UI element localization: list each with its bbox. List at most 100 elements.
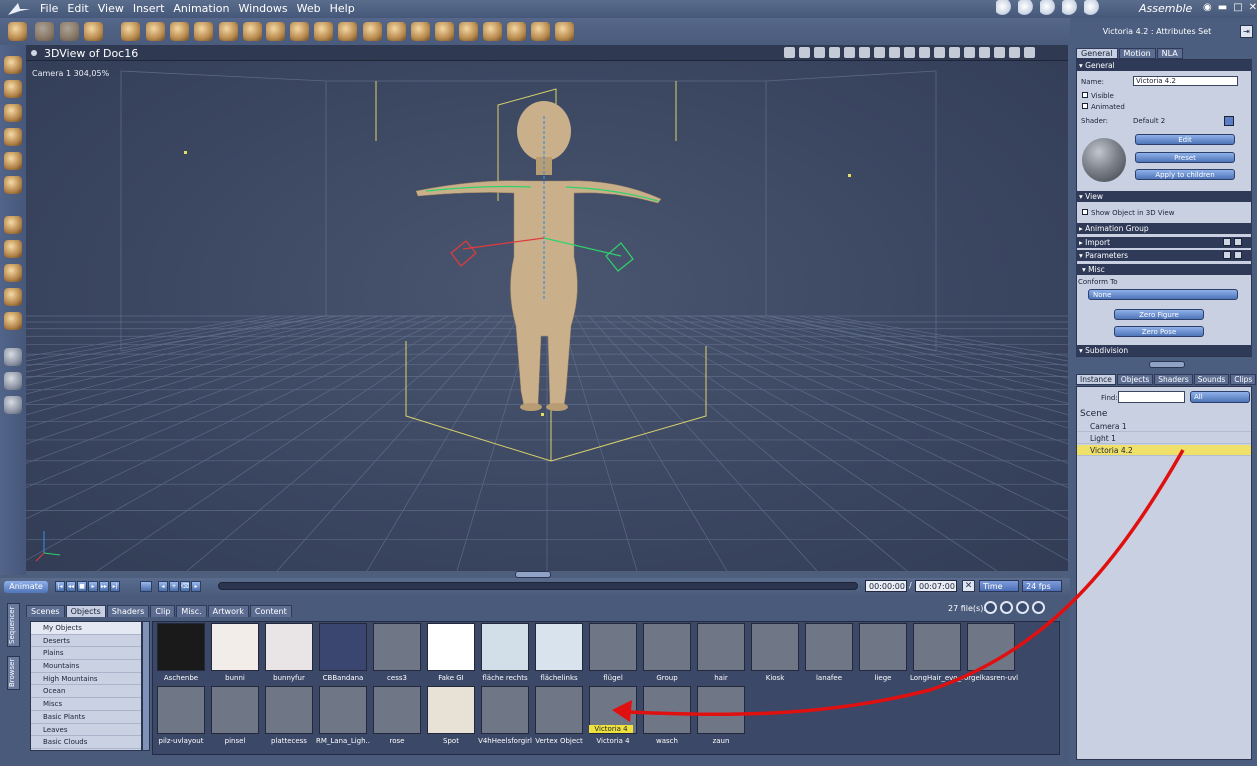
category-item[interactable]: My Objects <box>31 622 141 635</box>
universal-manipulator-icon[interactable] <box>4 288 22 306</box>
hand-tool-icon[interactable] <box>35 22 54 41</box>
category-item[interactable]: Plains <box>31 647 141 661</box>
tab-objects[interactable]: Objects <box>65 605 106 617</box>
tab-sounds[interactable]: Sounds <box>1193 374 1230 385</box>
maximize-icon[interactable]: □ <box>1233 2 1242 13</box>
object-tool-icon[interactable] <box>84 22 103 41</box>
sun-icon[interactable] <box>934 47 945 58</box>
tab-clip[interactable]: Clip <box>150 605 176 617</box>
figure-icon[interactable] <box>799 47 810 58</box>
category-item[interactable]: Mountains <box>31 660 141 673</box>
cube-icon[interactable] <box>979 47 990 58</box>
object-thumbnail[interactable] <box>535 686 583 734</box>
category-item[interactable]: Basic Clouds <box>31 736 141 749</box>
tab-shaders[interactable]: Shaders <box>106 605 150 617</box>
viewport-resize-handle[interactable] <box>515 571 551 578</box>
object-thumbnail[interactable] <box>751 623 799 671</box>
object-thumbnail[interactable] <box>481 623 529 671</box>
object-thumbnail[interactable] <box>265 686 313 734</box>
object-thumbnail[interactable] <box>157 623 205 671</box>
parameters-save-icon[interactable] <box>1223 251 1231 259</box>
layout-list-icon[interactable] <box>889 47 900 58</box>
next-key-icon[interactable]: ▸ <box>191 581 201 592</box>
grid-toggle-icon[interactable] <box>829 47 840 58</box>
category-item[interactable]: Ocean <box>31 685 141 699</box>
view-section-header[interactable]: ▾ View <box>1076 191 1252 202</box>
view-mode-2-icon[interactable] <box>1000 601 1013 614</box>
cloud-icon[interactable] <box>387 22 406 41</box>
sequencer-tab[interactable]: Sequencer <box>7 603 20 647</box>
move-tool-icon[interactable] <box>4 80 22 98</box>
forward-icon[interactable]: ▸▸ <box>99 581 109 592</box>
time-close-icon[interactable]: ✕ <box>962 580 975 592</box>
terrain-icon[interactable] <box>290 22 309 41</box>
menu-insert[interactable]: Insert <box>131 2 172 15</box>
tab-misc[interactable]: Misc. <box>176 605 207 617</box>
tab-general[interactable]: General <box>1076 48 1118 59</box>
rewind-icon[interactable]: ◂◂ <box>66 581 76 592</box>
end-time-field[interactable]: 00:07:00 <box>915 580 957 592</box>
tab-nla[interactable]: NLA <box>1156 48 1183 59</box>
animation-group-header[interactable]: ▸ Animation Group <box>1076 223 1252 234</box>
brush-tool-icon[interactable] <box>60 22 79 41</box>
edit-shader-button[interactable]: Edit <box>1135 134 1235 145</box>
layout-single-icon[interactable] <box>844 47 855 58</box>
pin-icon[interactable]: ⇥ <box>1240 25 1253 38</box>
tab-content[interactable]: Content <box>249 605 292 617</box>
parameters-load-icon[interactable] <box>1234 251 1242 259</box>
menu-web[interactable]: Web <box>295 2 328 15</box>
figure-primitive-icon[interactable] <box>146 22 165 41</box>
ground-icon[interactable] <box>338 22 357 41</box>
view-mode-3-icon[interactable] <box>1016 601 1029 614</box>
go-start-icon[interactable]: |◂ <box>55 581 65 592</box>
link-tool-icon[interactable] <box>4 176 22 194</box>
import-save-icon[interactable] <box>1223 238 1231 246</box>
scene-row-camera[interactable]: Camera 1 <box>1077 421 1251 432</box>
group-icon[interactable] <box>483 22 502 41</box>
tab-clips[interactable]: Clips <box>1230 374 1257 385</box>
cone-primitive-icon[interactable] <box>194 22 213 41</box>
delete-key-icon[interactable]: ⌫ <box>180 581 190 592</box>
scale-xyz-icon[interactable] <box>4 264 22 282</box>
select-arrow-icon[interactable] <box>4 56 22 74</box>
tab-artwork[interactable]: Artwork <box>207 605 249 617</box>
layout-split-icon[interactable] <box>859 47 870 58</box>
object-thumbnail[interactable] <box>481 686 529 734</box>
fps-select[interactable]: 24 fps <box>1022 580 1062 592</box>
pipette-icon[interactable] <box>555 22 574 41</box>
object-thumbnail[interactable] <box>427 623 475 671</box>
browser-tab[interactable]: Browser <box>7 656 20 690</box>
prev-key-icon[interactable]: ◂ <box>158 581 168 592</box>
quill-room-icon[interactable] <box>1062 0 1078 16</box>
time-mode-select[interactable]: Time <box>979 580 1019 592</box>
tree-icon[interactable] <box>314 22 333 41</box>
menu-edit[interactable]: Edit <box>65 2 95 15</box>
rotate-tool-icon[interactable] <box>4 104 22 122</box>
object-thumbnail[interactable] <box>427 686 475 734</box>
light-icon[interactable] <box>363 22 382 41</box>
tab-shaders-list[interactable]: Shaders <box>1154 374 1193 385</box>
browser-menu-icon[interactable] <box>1032 601 1045 614</box>
scene-row-victoria[interactable]: Victoria 4.2 <box>1077 445 1251 456</box>
render-preview-icon[interactable] <box>904 47 915 58</box>
minimize-icon[interactable]: ▬ <box>1218 2 1227 13</box>
object-thumbnail[interactable] <box>319 623 367 671</box>
object-thumbnail[interactable] <box>157 686 205 734</box>
general-section-header[interactable]: ▾ General <box>1076 60 1252 71</box>
category-scrollbar[interactable] <box>142 621 150 751</box>
import-load-icon[interactable] <box>1234 238 1242 246</box>
category-item[interactable]: Basic Plants <box>31 711 141 724</box>
animated-checkbox[interactable] <box>1082 103 1088 109</box>
torus-primitive-icon[interactable] <box>219 22 238 41</box>
wireframe-icon[interactable] <box>949 47 960 58</box>
view-mode-1-icon[interactable] <box>984 601 997 614</box>
gear-primitive-icon[interactable] <box>266 22 285 41</box>
menu-windows[interactable]: Windows <box>237 2 295 15</box>
category-item[interactable]: Miscs <box>31 698 141 711</box>
object-thumbnail[interactable] <box>643 686 691 734</box>
bbox-icon[interactable] <box>964 47 975 58</box>
panel-split-handle[interactable] <box>1149 361 1185 368</box>
zero-figure-button[interactable]: Zero Figure <box>1114 309 1204 320</box>
object-thumbnail[interactable] <box>805 623 853 671</box>
pen-tool-icon[interactable] <box>4 152 22 170</box>
